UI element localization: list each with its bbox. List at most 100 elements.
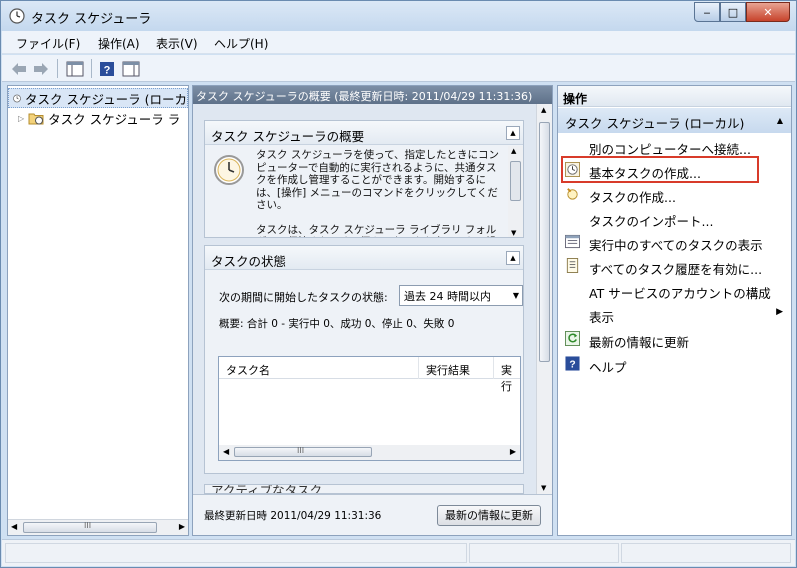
menu-bar: ファイル(F) 操作(A) 表示(V) ヘルプ(H): [2, 31, 795, 54]
scroll-thumb[interactable]: [539, 122, 550, 362]
column-result[interactable]: 実行結果: [426, 362, 470, 378]
tree-horizontal-scrollbar[interactable]: ◀ III ▶: [8, 519, 188, 535]
action-create-task[interactable]: タスクの作成...: [558, 182, 791, 206]
show-hide-action-button[interactable]: [120, 59, 142, 78]
close-button[interactable]: ✕: [746, 2, 790, 22]
action-label: タスクの作成...: [589, 190, 676, 205]
task-list[interactable]: タスク名 実行結果 実行 ◀ III ▶: [218, 356, 521, 461]
status-cell: [5, 543, 467, 563]
forward-arrow-icon: [34, 62, 48, 75]
toolbar-separator: [91, 59, 92, 78]
action-label: ヘルプ: [589, 360, 627, 375]
tree-item-label: タスク スケジューラ (ローカ: [25, 91, 187, 107]
overview-text: タスク スケジューラを使って、指定したときにコンピューターで自動的に実行されるよ…: [256, 149, 501, 237]
task-list-header: タスク名 実行結果 実行: [219, 357, 520, 393]
scroll-left-icon[interactable]: ◀: [223, 447, 229, 456]
action-label: 表示: [589, 310, 615, 325]
collapse-icon[interactable]: ▲: [506, 126, 520, 140]
back-arrow-icon: [12, 62, 26, 75]
expand-triangle-icon[interactable]: ▷: [18, 114, 24, 123]
collapse-up-icon[interactable]: ▲: [777, 116, 783, 125]
clock-icon: [13, 94, 21, 102]
dropdown-arrow-icon: ▼: [512, 291, 519, 300]
folder-clock-icon: [28, 113, 44, 125]
toolbar-separator: [57, 59, 58, 78]
status-cell: [469, 543, 619, 563]
menu-action[interactable]: 操作(A): [98, 35, 140, 52]
scroll-thumb[interactable]: III: [23, 521, 157, 533]
action-import-task[interactable]: タスクのインポート...: [558, 206, 791, 230]
clock-large-icon: [214, 155, 244, 185]
action-view[interactable]: 表示 ▶: [558, 302, 791, 326]
scroll-right-icon[interactable]: ▶: [510, 447, 516, 456]
scroll-right-icon[interactable]: ▶: [179, 522, 185, 531]
action-connect-computer[interactable]: 別のコンピューターへ接続...: [558, 134, 791, 158]
action-show-running-tasks[interactable]: 実行中のすべてのタスクの表示: [558, 230, 791, 254]
period-select[interactable]: 過去 24 時間以内 ▼: [399, 285, 523, 306]
action-help[interactable]: ? ヘルプ: [558, 352, 791, 376]
minimize-button[interactable]: ‒: [694, 2, 720, 22]
column-task-name[interactable]: タスク名: [226, 362, 270, 378]
scroll-left-icon[interactable]: ◀: [11, 522, 17, 531]
task-list-horizontal-scrollbar[interactable]: ◀ III ▶: [219, 445, 520, 460]
help-icon: ?: [100, 61, 114, 76]
toolbar: ?: [2, 55, 795, 82]
menu-help[interactable]: ヘルプ(H): [214, 35, 268, 52]
scroll-grip: III: [84, 521, 92, 530]
console-tree-icon: [66, 61, 84, 76]
action-enable-history[interactable]: すべてのタスク履歴を有効に...: [558, 254, 791, 278]
console-tree[interactable]: タスク スケジューラ (ローカ ▷ タスク スケジューラ ラ ◀ III ▶: [7, 85, 189, 536]
action-label: すべてのタスク履歴を有効に...: [589, 262, 763, 277]
tree-item-task-library[interactable]: ▷ タスク スケジューラ ラ: [8, 108, 188, 128]
column-separator[interactable]: [418, 357, 419, 379]
scroll-grip: III: [297, 446, 305, 455]
scroll-thumb[interactable]: [510, 161, 521, 201]
menu-file[interactable]: ファイル(F): [16, 35, 80, 52]
actions-group-header[interactable]: タスク スケジューラ (ローカル) ▲: [558, 108, 791, 133]
collapse-icon[interactable]: ▲: [506, 251, 520, 265]
history-icon: [566, 258, 579, 273]
tree-item-task-scheduler-local[interactable]: タスク スケジューラ (ローカ: [8, 88, 188, 108]
overview-scrollbar[interactable]: ▲ ▼: [508, 146, 523, 237]
list-icon: [565, 234, 580, 249]
action-configure-at-service[interactable]: AT サービスのアカウントの構成: [558, 278, 791, 302]
overview-title: タスク スケジューラの概要: [211, 129, 365, 144]
menu-view[interactable]: 表示(V): [156, 35, 198, 52]
active-tasks-title: アクティブなタスク: [211, 484, 323, 494]
column-run[interactable]: 実行: [501, 362, 520, 394]
status-cell: [621, 543, 791, 563]
scroll-up-icon[interactable]: ▲: [541, 106, 546, 114]
center-footer: 最終更新日時 2011/04/29 11:31:36 最新の情報に更新: [193, 494, 552, 535]
scroll-thumb[interactable]: III: [234, 446, 372, 457]
column-separator[interactable]: [493, 357, 494, 379]
maximize-button[interactable]: □: [720, 2, 746, 22]
action-pane-icon: [122, 61, 140, 76]
highlight-box: [561, 156, 759, 183]
period-label: 次の期間に開始したタスクの状態:: [219, 291, 388, 304]
forward-button[interactable]: [32, 59, 50, 78]
action-refresh[interactable]: 最新の情報に更新: [558, 327, 791, 351]
scroll-down-icon[interactable]: ▼: [511, 229, 516, 237]
center-pane: タスク スケジューラの概要 (最終更新日時: 2011/04/29 11:31:…: [192, 85, 553, 536]
task-status-title: タスクの状態: [211, 254, 287, 269]
svg-text:?: ?: [104, 64, 111, 76]
caption-buttons: ‒ □ ✕: [694, 2, 790, 22]
task-status-header[interactable]: タスクの状態 ▲: [205, 246, 523, 270]
action-label: AT サービスのアカウントの構成: [589, 286, 771, 301]
refresh-icon: [565, 331, 580, 346]
overview-paragraph: タスク スケジューラを使って、指定したときにコンピューターで自動的に実行されるよ…: [256, 149, 500, 211]
status-summary: 概要: 合計 0 - 実行中 0、成功 0、停止 0、失敗 0: [219, 318, 455, 330]
scroll-up-icon[interactable]: ▲: [511, 147, 516, 155]
action-label: 実行中のすべてのタスクの表示: [589, 238, 763, 253]
refresh-button[interactable]: 最新の情報に更新: [437, 505, 541, 526]
status-bar: [2, 539, 795, 566]
tree-item-label: タスク スケジューラ ラ: [48, 111, 181, 127]
back-button[interactable]: [10, 59, 28, 78]
last-updated-label: 最終更新日時 2011/04/29 11:31:36: [204, 510, 382, 522]
overview-section-header[interactable]: タスク スケジューラの概要 ▲: [205, 121, 523, 145]
help-toolbar-button[interactable]: ?: [98, 59, 116, 78]
submenu-arrow-icon: ▶: [776, 307, 783, 317]
scroll-down-icon[interactable]: ▼: [541, 484, 546, 492]
center-vertical-scrollbar[interactable]: ▲ ▼: [536, 104, 552, 494]
show-hide-tree-button[interactable]: [64, 59, 86, 78]
